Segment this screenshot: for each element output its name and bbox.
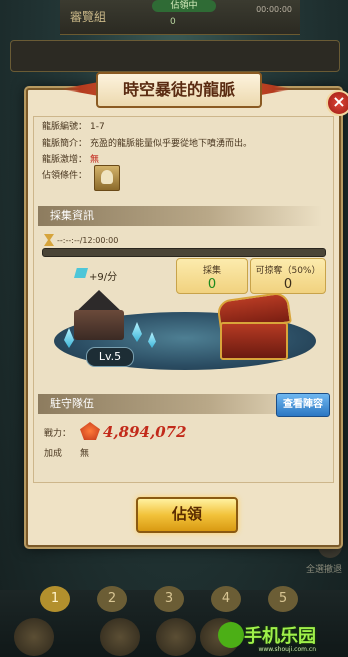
plunderable-label: 可掠奪（50%）: [255, 266, 321, 276]
top-title: 審覽組: [70, 10, 107, 24]
tab-3[interactable]: 3: [154, 586, 184, 612]
vein-bonus-value: 無: [90, 155, 100, 165]
vein-bonus-row: 龍脈激增：無: [42, 152, 99, 165]
hero-portrait-icon[interactable]: [94, 165, 120, 191]
treasure-chest-icon: [214, 291, 292, 360]
vein-bonus-label: 龍脈激增：: [42, 155, 88, 165]
vein-id-label: 龍脈編號：: [42, 122, 88, 132]
top-sub: 0: [170, 17, 176, 27]
vein-desc-value: 充盈的龍脈能量似乎要從地下噴湧而出。: [90, 139, 253, 149]
tab-4[interactable]: 4: [211, 586, 241, 612]
retreat-all-label[interactable]: 全選撤退: [306, 562, 342, 575]
back-icon[interactable]: [14, 618, 54, 656]
vein-level-badge: Lv.5: [86, 347, 134, 367]
tab-5[interactable]: 5: [268, 586, 298, 612]
watermark-logo-icon: [218, 622, 244, 648]
nav-icon-2[interactable]: [156, 618, 196, 656]
power-value: 4,894,072: [103, 423, 187, 441]
top-status-bar: 審覽組 佔領中 0 00:00:00: [60, 0, 300, 35]
bonus-label: 加成: [44, 449, 63, 459]
collect-section-header: 採集資訊: [38, 206, 322, 226]
nav-icon-1[interactable]: [100, 618, 140, 656]
vein-id-value: 1-7: [90, 122, 105, 132]
bonus-value: 無: [80, 449, 90, 459]
background-panel: [10, 40, 340, 72]
collect-rate: +9/分: [89, 272, 118, 283]
collected-label: 採集: [202, 266, 221, 276]
vein-desc-label: 龍脈簡介：: [42, 139, 88, 149]
collect-timer: --:--:--/12:00:00: [57, 236, 119, 245]
vein-desc-row: 龍脈簡介： 充盈的龍脈能量似乎要從地下噴湧而出。: [42, 136, 252, 149]
power-label: 戰力：: [44, 429, 72, 439]
collected-value: 0: [207, 277, 217, 292]
occupy-button[interactable]: 佔領: [136, 497, 238, 533]
collected-box: 採集 0: [176, 258, 248, 294]
view-lineup-button[interactable]: 查看陣容: [276, 393, 330, 417]
occupy-condition-label: 佔領條件：: [42, 171, 88, 181]
plunderable-box: 可掠奪（50%） 0: [250, 258, 326, 294]
close-icon[interactable]: ×: [326, 90, 348, 116]
tab-1[interactable]: 1: [40, 586, 70, 612]
plunderable-value: 0: [283, 277, 293, 292]
watermark: 手机乐园 www.shouji.com.cn: [244, 626, 316, 653]
status-pill: 佔領中: [152, 0, 216, 12]
occupy-condition-row: 佔領條件：: [42, 168, 90, 181]
dialog-title: 時空暴徒的龍脈: [96, 72, 262, 108]
vein-id-row: 龍脈編號： 1-7: [42, 119, 105, 132]
tab-2[interactable]: 2: [97, 586, 127, 612]
castle-icon: [68, 290, 130, 345]
collect-progress-bar: [42, 248, 326, 257]
top-meta: 00:00:00: [256, 5, 292, 14]
